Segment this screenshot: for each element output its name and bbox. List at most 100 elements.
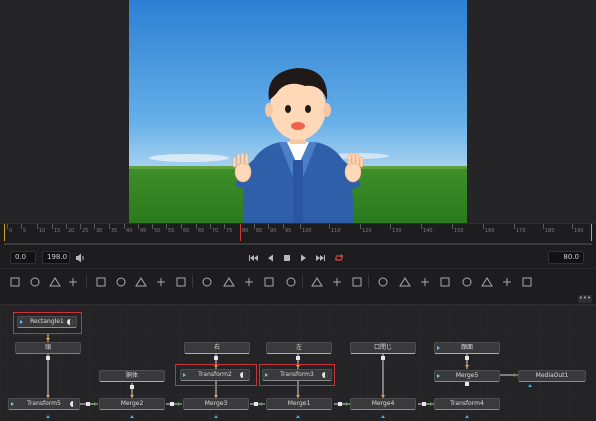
toolbar-separator [86, 275, 87, 287]
node-transform2[interactable]: Transform2 [180, 369, 250, 381]
ruler-tick-label: 25 [82, 228, 89, 234]
ruler-tick [390, 224, 391, 229]
speaker-icon[interactable] [74, 252, 86, 264]
shape3d-icon[interactable] [350, 274, 364, 288]
node-type-bar [18, 327, 76, 328]
fog3d-icon[interactable] [460, 274, 474, 288]
ruler-tick [300, 224, 301, 229]
node-label: Merge1 [287, 400, 311, 407]
node-type-bar [267, 409, 331, 410]
paint-tool-icon[interactable] [28, 274, 42, 288]
ruler-tick [421, 224, 422, 229]
ruler-tick-label: 45 [140, 228, 147, 234]
node-type-bar [100, 381, 164, 382]
node-label: 右 [213, 344, 220, 351]
ruler-tick [254, 224, 255, 229]
node-type-bar [9, 409, 79, 410]
polygon-mask-icon[interactable] [242, 274, 256, 288]
node-transform5[interactable]: Transform5 [8, 398, 80, 410]
node-merge3[interactable]: Merge3 [183, 398, 249, 410]
ruler-tick-label: 80 [242, 228, 249, 234]
image-plane-icon[interactable] [480, 274, 494, 288]
ruler-tick-label: 95 [285, 228, 292, 234]
start-frame-field[interactable]: 0.0 [10, 251, 36, 264]
scrub-bar[interactable] [4, 243, 592, 245]
node-middle-6[interactable]: 胴体 [99, 370, 165, 382]
ruler-tick [283, 224, 284, 229]
rectangle-mask-icon[interactable] [200, 274, 214, 288]
text3d-icon[interactable] [500, 274, 514, 288]
node-input-icon [437, 374, 440, 378]
ruler-tick-label: 110 [331, 228, 341, 234]
range-start-marker[interactable] [4, 224, 5, 241]
stop-icon[interactable] [281, 252, 293, 264]
node-upper-2[interactable]: 右 [184, 342, 250, 354]
node-rectangle1[interactable]: Rectangle1 [17, 316, 77, 328]
blur-tool-icon[interactable] [66, 274, 80, 288]
toolbar-separator [302, 275, 303, 287]
transform-tool-icon[interactable] [154, 274, 168, 288]
particle-emitter-icon[interactable] [310, 274, 324, 288]
tracker-icon[interactable] [284, 274, 298, 288]
node-label: 頭 [44, 344, 51, 351]
current-frame-field[interactable]: 80.0 [548, 251, 584, 264]
node-upper-4[interactable]: 口閉じ [350, 342, 416, 354]
ruler-tick [7, 224, 8, 229]
ruler-tick-label: 170 [516, 228, 526, 234]
ruler-tick-label: 60 [183, 228, 190, 234]
last-frame-icon[interactable] [314, 252, 326, 264]
ruler-tick-label: 55 [168, 228, 175, 234]
node-type-bar [435, 409, 499, 410]
ruler-tick-label: 85 [256, 228, 263, 234]
node-label: Transform3 [280, 371, 314, 378]
color-tool-icon[interactable] [48, 274, 62, 288]
background-tool-icon[interactable] [8, 274, 22, 288]
ruler-tick [66, 224, 67, 229]
ellipse-mask-icon[interactable] [222, 274, 236, 288]
node-input-icon [20, 320, 23, 324]
light3d-icon[interactable] [398, 274, 412, 288]
ruler-tick [329, 224, 330, 229]
particle-render-icon[interactable] [330, 274, 344, 288]
node-label: 胴体 [125, 372, 138, 379]
ruler-tick-label: 50 [154, 228, 161, 234]
camera3d-icon[interactable] [376, 274, 390, 288]
merge3d-icon[interactable] [418, 274, 432, 288]
point-cloud-icon[interactable] [520, 274, 534, 288]
node-label: MediaOut1 [535, 372, 569, 379]
node-editor[interactable]: ••• Rectangle1 頭 右 左 口閉じ 顔面 胴体 Transform… [0, 295, 596, 421]
node-upper-1[interactable]: 頭 [15, 342, 81, 354]
merge-tool-icon[interactable] [94, 274, 108, 288]
node-merge1[interactable]: Merge1 [266, 398, 332, 410]
node-label: Transform2 [198, 371, 232, 378]
range-end-marker[interactable] [591, 224, 592, 241]
renderer3d-icon[interactable] [438, 274, 452, 288]
ruler-tick [52, 224, 53, 229]
bspline-mask-icon[interactable] [262, 274, 276, 288]
timeline-ruler[interactable]: 0 5 10 15 20 25 30 35 40 45 50 55 60 65 70 75 80 85 90 95 10… [0, 223, 596, 241]
step-back-icon[interactable] [265, 252, 277, 264]
loop-icon[interactable] [333, 252, 345, 264]
ruler-tick [514, 224, 515, 229]
node-merge2[interactable]: Merge2 [99, 398, 165, 410]
node-type-bar [16, 353, 80, 354]
end-frame-field[interactable]: 198.0 [42, 251, 70, 264]
node-merge5[interactable]: Merge5 [434, 370, 500, 382]
playhead[interactable] [240, 224, 241, 241]
play-icon[interactable] [297, 252, 309, 264]
node-mediaout1[interactable]: MediaOut1 [518, 370, 586, 382]
text-tool-icon[interactable] [114, 274, 128, 288]
more-options-button[interactable]: ••• [578, 295, 592, 303]
node-transform3[interactable]: Transform3 [262, 369, 332, 381]
loader-tool-icon[interactable] [174, 274, 188, 288]
node-upper-3[interactable]: 左 [266, 342, 332, 354]
node-transform4[interactable]: Transform4 [434, 398, 500, 410]
first-frame-icon[interactable] [248, 252, 260, 264]
ruler-tick-label: 160 [485, 228, 495, 234]
node-mask-icon [70, 401, 76, 407]
mask-tool-icon[interactable] [134, 274, 148, 288]
ruler-tick-label: 100 [302, 228, 312, 234]
ruler-tick [210, 224, 211, 229]
node-merge4[interactable]: Merge4 [350, 398, 416, 410]
node-upper-5[interactable]: 顔面 [434, 342, 500, 354]
